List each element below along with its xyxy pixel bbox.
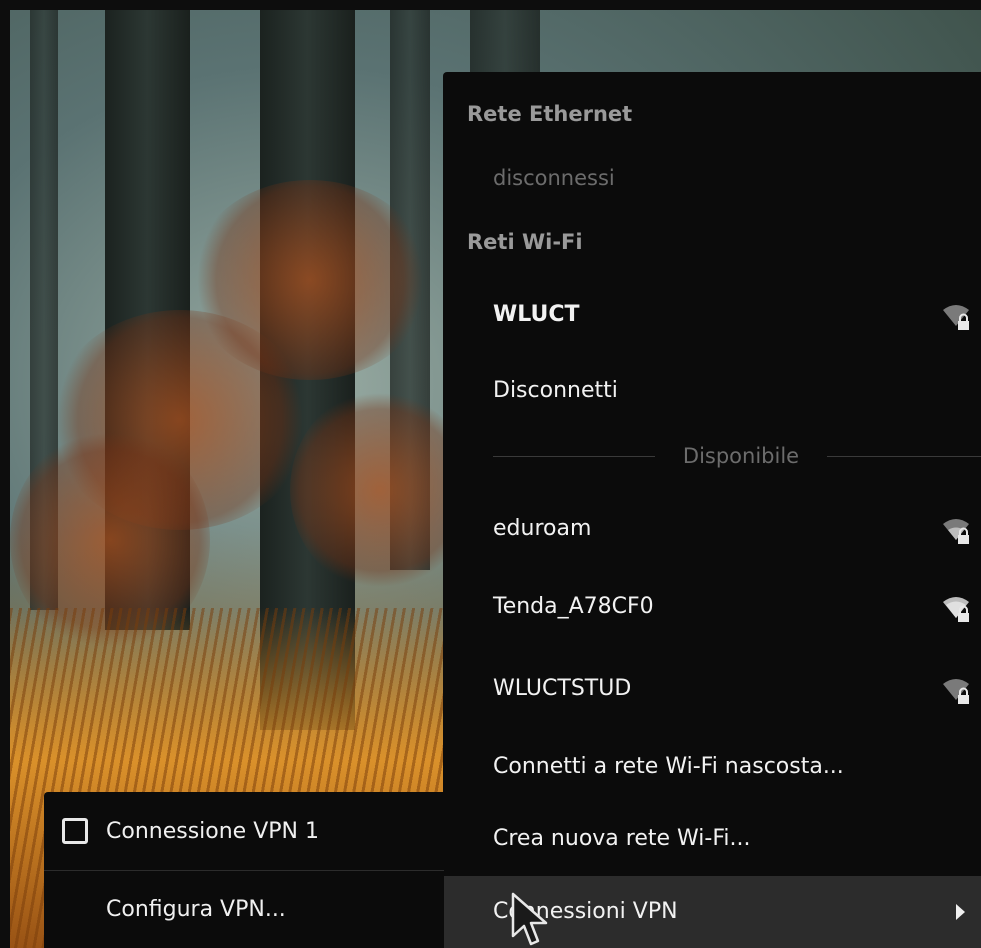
ethernet-status: disconnessi bbox=[493, 166, 615, 190]
separator-line bbox=[493, 456, 655, 457]
wifi-network-item[interactable]: Tenda_A78CF0 bbox=[443, 572, 981, 642]
available-label: Disponibile bbox=[682, 444, 800, 468]
wifi-signal-secured-icon bbox=[943, 597, 969, 622]
network-name: WLUCTSTUD bbox=[493, 676, 632, 701]
network-menu: Rete Ethernet disconnessi Reti Wi-Fi WLU… bbox=[443, 72, 981, 948]
autumn-leaves bbox=[190, 180, 430, 380]
configure-vpn-button[interactable]: Configura VPN... bbox=[44, 872, 444, 948]
submenu-arrow-icon bbox=[956, 904, 965, 920]
network-name: eduroam bbox=[493, 516, 592, 541]
vpn-submenu: Connessione VPN 1 Configura VPN... bbox=[44, 792, 444, 948]
submenu-divider bbox=[44, 870, 444, 871]
available-separator: Disponibile bbox=[493, 436, 981, 476]
wifi-network-item[interactable]: WLUCTSTUD bbox=[443, 654, 981, 724]
connect-hidden-label: Connetti a rete Wi-Fi nascosta... bbox=[493, 754, 844, 779]
create-wifi-network-button[interactable]: Crea nuova rete Wi-Fi... bbox=[443, 804, 981, 874]
network-name: WLUCT bbox=[493, 302, 580, 327]
disconnect-button[interactable]: Disconnetti bbox=[443, 356, 981, 426]
configure-vpn-label: Configura VPN... bbox=[106, 897, 286, 922]
disconnect-label: Disconnetti bbox=[493, 378, 618, 403]
wifi-header: Reti Wi-Fi bbox=[467, 230, 583, 254]
tree-trunk bbox=[470, 10, 540, 80]
wifi-network-item[interactable]: eduroam bbox=[443, 494, 981, 564]
vpn-connection-label: Connessione VPN 1 bbox=[106, 819, 319, 844]
wifi-connected-network[interactable]: WLUCT bbox=[443, 280, 981, 350]
network-name: Tenda_A78CF0 bbox=[493, 594, 654, 619]
wifi-signal-secured-icon bbox=[943, 519, 969, 544]
create-wifi-label: Crea nuova rete Wi-Fi... bbox=[493, 826, 751, 851]
wifi-signal-secured-icon bbox=[943, 305, 969, 330]
vpn-connection-item[interactable]: Connessione VPN 1 bbox=[44, 794, 444, 870]
vpn-checkbox[interactable] bbox=[62, 818, 88, 844]
connect-hidden-network-button[interactable]: Connetti a rete Wi-Fi nascosta... bbox=[443, 732, 981, 802]
ethernet-header: Rete Ethernet bbox=[467, 102, 633, 126]
separator-line bbox=[827, 456, 981, 457]
mouse-cursor-icon bbox=[511, 892, 548, 946]
wifi-signal-secured-icon bbox=[943, 679, 969, 704]
